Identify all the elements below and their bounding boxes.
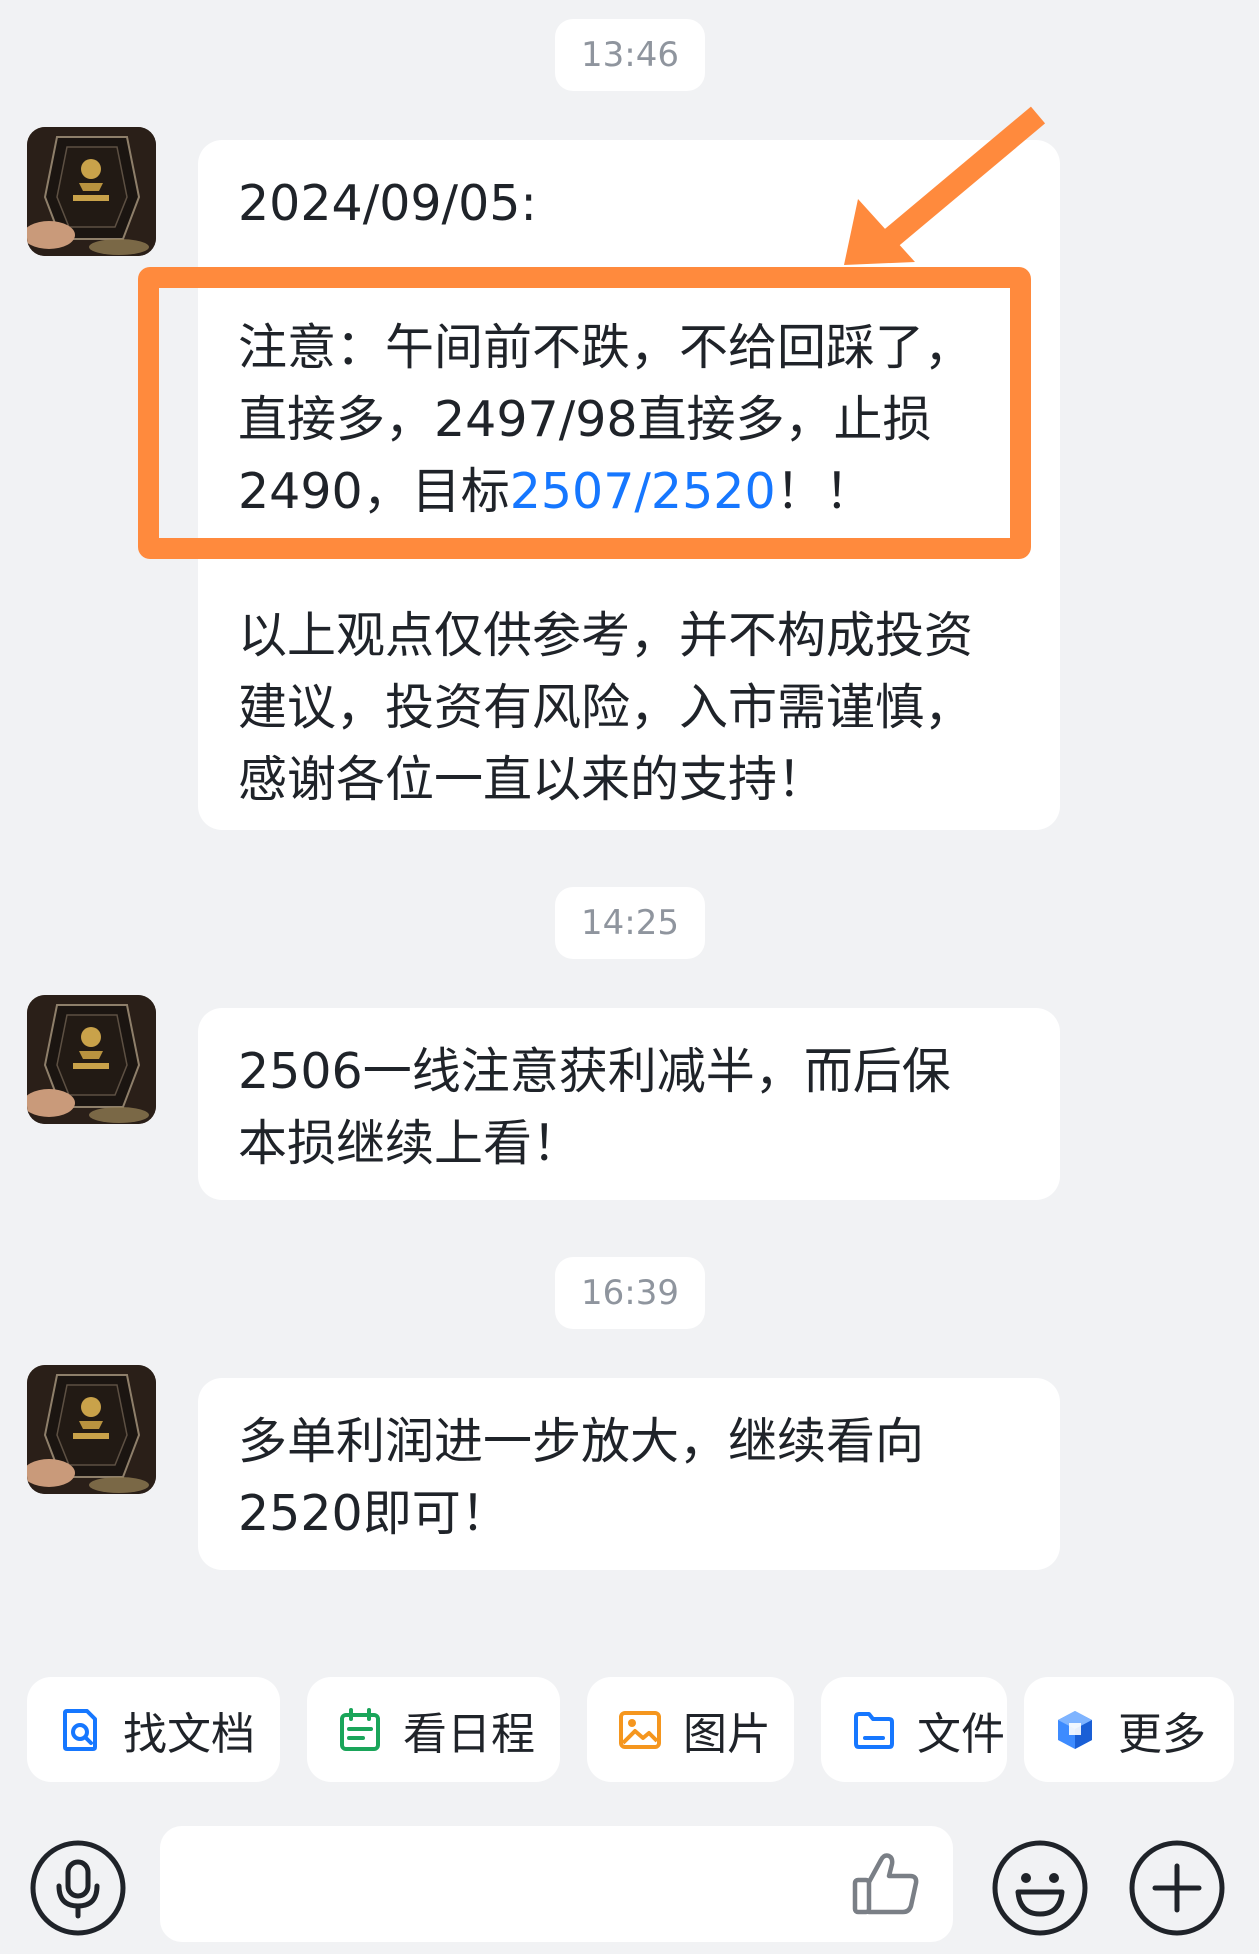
avatar-trophy-image	[27, 1365, 156, 1494]
sender-avatar[interactable]	[27, 1365, 156, 1494]
message-line: 2024/09/05:	[238, 175, 537, 232]
message-line: 本损继续上看！	[238, 1115, 582, 1172]
target-price-link[interactable]: 2507/2520	[510, 463, 776, 520]
more-apps-icon	[1052, 1707, 1098, 1753]
timestamp: 14:25	[555, 887, 705, 959]
message-bubble[interactable]: 多单利润进一步放大，继续看向 2520即可！	[198, 1378, 1060, 1570]
message-line: 建议，投资有风险，入市需谨慎，	[238, 679, 974, 736]
message-line: 2490，目标2507/2520！！	[238, 463, 874, 520]
message-bubble[interactable]: 2506一线注意获利减半，而后保 本损继续上看！	[198, 1008, 1060, 1200]
message-line: 2520即可！	[238, 1485, 510, 1542]
doc-search-icon	[57, 1707, 103, 1753]
message-line-blank	[238, 240, 1020, 312]
message-bubble[interactable]: 2024/09/05: 注意：午间前不跌，不给回踩了， 直接多，2497/98直…	[198, 140, 1060, 830]
message-line: 注意：午间前不跌，不给回踩了，	[238, 319, 974, 376]
message-line-blank	[238, 528, 1020, 600]
plus-icon	[1129, 1840, 1225, 1936]
quick-action-label: 图片	[683, 1708, 771, 1760]
file-button[interactable]: 文件	[821, 1677, 1007, 1782]
timestamp: 13:46	[555, 19, 705, 91]
quick-action-bar: 找文档 看日程 图片 文件 更多	[0, 1677, 1259, 1782]
message-line: 感谢各位一直以来的支持！	[238, 751, 827, 808]
sender-avatar[interactable]	[27, 995, 156, 1124]
quick-action-label: 更多	[1118, 1708, 1206, 1760]
avatar-trophy-image	[27, 127, 156, 256]
chat-area: 13:46 2024/09/05: 注意：午间前不跌，不给回踩了， 直接多，24…	[0, 0, 1259, 1660]
timestamp: 16:39	[555, 1257, 705, 1329]
quick-action-label: 文件	[917, 1708, 1005, 1760]
folder-icon	[851, 1707, 897, 1753]
message-line: 2506一线注意获利减半，而后保	[238, 1043, 951, 1100]
calendar-icon	[337, 1707, 383, 1753]
message-input-bar	[0, 1810, 1259, 1954]
message-line: 多单利润进一步放大，继续看向	[238, 1413, 925, 1470]
thumbs-up-icon	[852, 1853, 919, 1915]
find-doc-button[interactable]: 找文档	[27, 1677, 280, 1782]
message-line: 以上观点仅供参考，并不构成投资	[238, 607, 974, 664]
image-button[interactable]: 图片	[587, 1677, 794, 1782]
view-schedule-button[interactable]: 看日程	[307, 1677, 560, 1782]
message-input[interactable]	[160, 1826, 953, 1942]
like-button[interactable]	[848, 1846, 924, 1922]
voice-input-button[interactable]	[28, 1838, 128, 1938]
message-line: 直接多，2497/98直接多，止损	[238, 391, 932, 448]
microphone-icon	[30, 1840, 126, 1936]
emoji-button[interactable]	[990, 1838, 1090, 1938]
quick-action-label: 找文档	[123, 1708, 255, 1760]
sender-avatar[interactable]	[27, 127, 156, 256]
more-button[interactable]: 更多	[1024, 1677, 1234, 1782]
quick-action-label: 看日程	[403, 1708, 535, 1760]
avatar-trophy-image	[27, 995, 156, 1124]
emoji-icon	[992, 1840, 1088, 1936]
image-icon	[617, 1707, 663, 1753]
add-attachment-button[interactable]	[1127, 1838, 1227, 1938]
